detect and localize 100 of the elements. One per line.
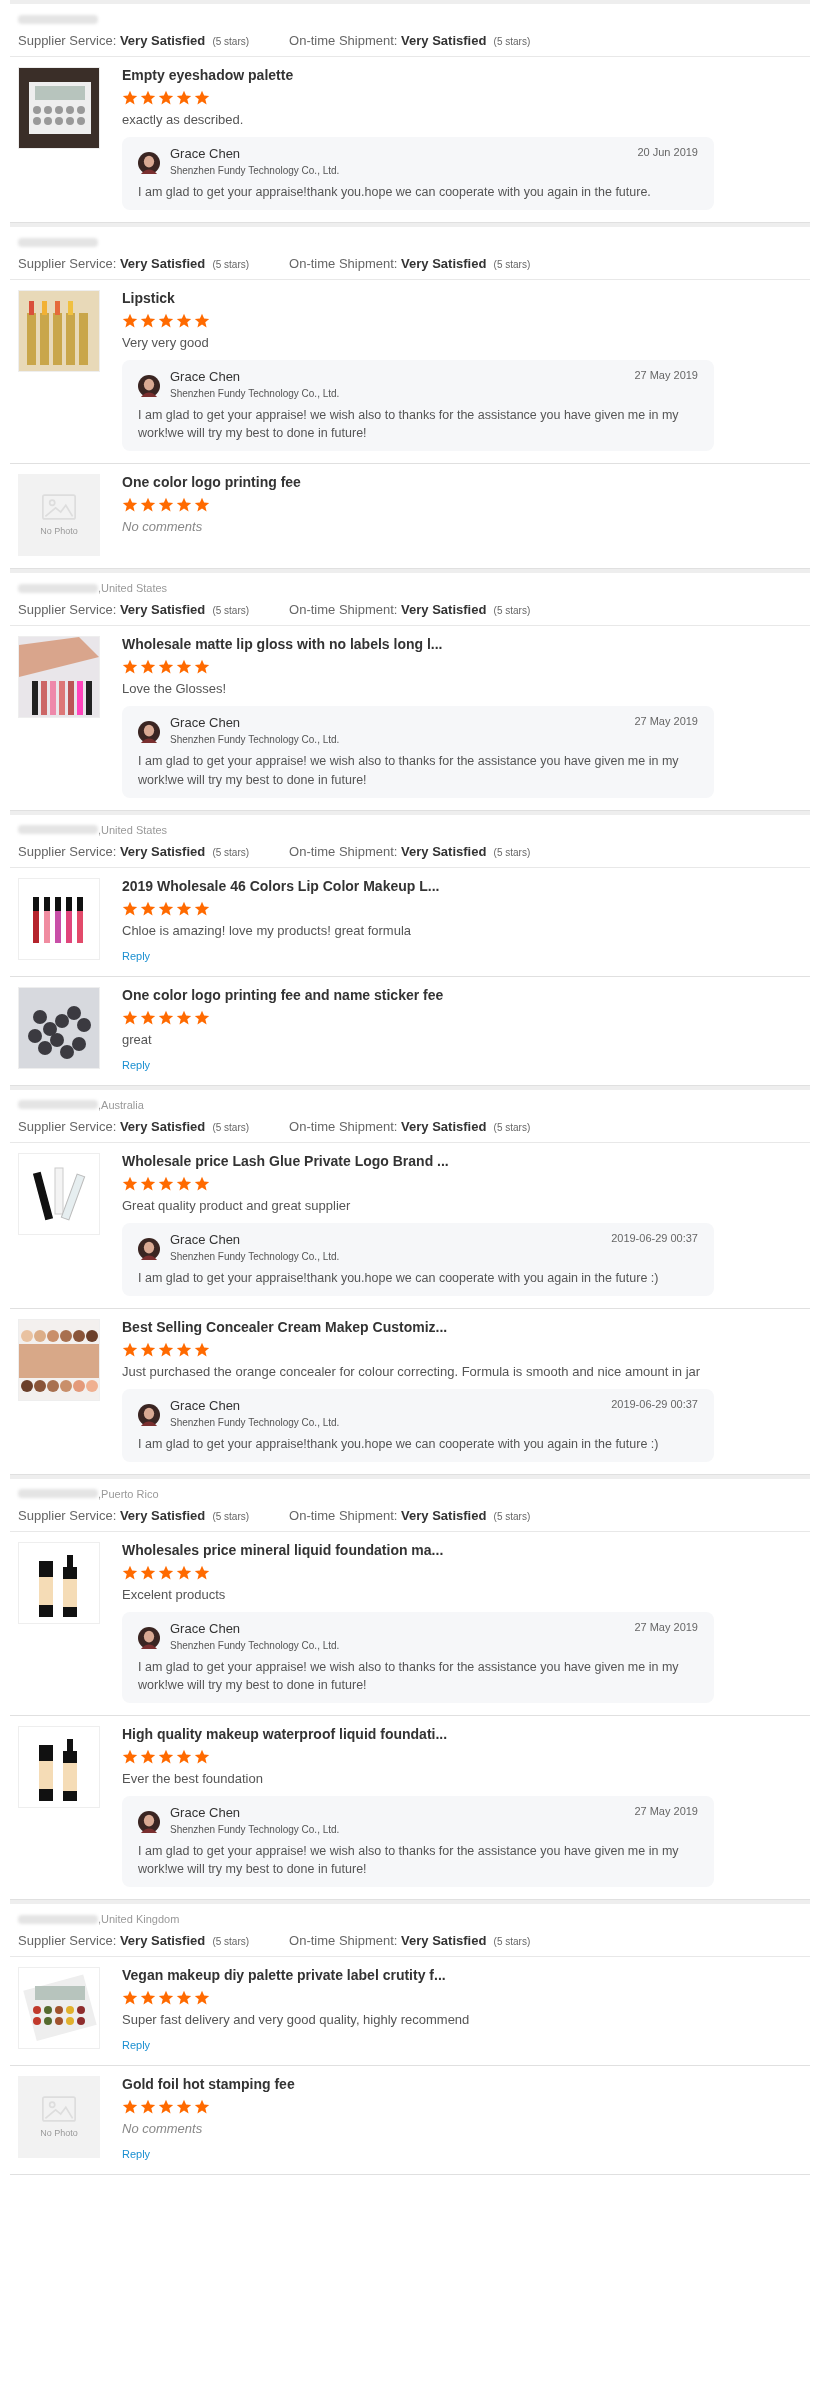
star-icon [158,900,174,917]
reply-link[interactable]: Reply [122,2039,151,2052]
star-icon [158,1564,174,1581]
star-icon [122,1564,138,1581]
product-title[interactable]: High quality makeup waterproof liquid foundati... [122,1726,802,1743]
star-icon [194,313,210,330]
product-title[interactable]: Vegan makeup diy palette private label crutity f... [122,1967,802,1984]
review-comment: Very very good [122,335,210,351]
avatar-icon [138,1811,160,1834]
star-icon [176,497,192,514]
star-icon [122,90,138,106]
star-icon [140,1341,156,1358]
reply-date: 2019-06-29 00:37 [611,1231,698,1244]
product-title[interactable]: 2019 Wholesale 46 Colors Lip Color Makeup L... [122,877,802,894]
star-icon [140,659,156,676]
star-icon [140,1009,156,1026]
rating-text: Supplier Service: Very Satisfied (5 stars) [18,33,250,48]
star-icon [158,659,174,676]
rating-text: On-time Shipment: Very Satisfied (5 stars) [289,33,531,48]
star-icon [194,1564,210,1581]
reply-date: 27 May 2019 [634,1620,698,1633]
avatar-icon [138,1626,160,1649]
star-icon [158,313,174,330]
product-title[interactable]: Wholesales price mineral liquid foundation ma... [122,1541,802,1558]
rating-text: Supplier Service: Very Satisfied (5 stars) [18,843,250,859]
product-title[interactable]: Wholesale matte lip gloss with no labels long l... [122,636,802,653]
buyer-location: ,Australia [98,1098,144,1111]
star-icon [194,1009,210,1026]
star-icon [194,1749,210,1766]
review-comment: great [122,1031,153,1047]
reply-text: I am glad to get your appraise!thank you.hope we can cooperate with you again in the future :) [138,1435,660,1453]
rating-text: Supplier Service: Very Satisfied (5 stars) [18,602,250,618]
star-icon [176,90,192,106]
rating-text: Supplier Service: Very Satisfied (5 stars) [18,1507,250,1523]
star-icon [158,1341,174,1358]
product-title[interactable]: One color logo printing fee [122,474,802,491]
seller-company: Shenzhen Fundy Technology Co., Ltd. [170,1824,341,1836]
avatar-icon [138,1403,160,1426]
reply-link[interactable]: Reply [122,2148,151,2161]
reply-text: I am glad to get your appraise! we wish also to thanks for the assistance you have given me in my work!we will try my best to done in future! [138,1658,680,1694]
review-comment: No comments [122,519,204,535]
star-icon [140,1990,156,2007]
seller-name: Grace Chen [170,1231,242,1247]
seller-company: Shenzhen Fundy Technology Co., Ltd. [170,734,341,746]
star-icon [176,1749,192,1766]
star-icon [122,1341,138,1358]
rating-text: Supplier Service: Very Satisfied (5 stars) [18,256,250,272]
reply-date: 27 May 2019 [634,369,698,382]
review-comment: exactly as described. [122,112,245,127]
star-icon [140,1564,156,1581]
star-icon [140,2099,156,2116]
star-icon [158,90,174,106]
reply-link[interactable]: Reply [122,949,151,962]
star-icon [158,2099,174,2116]
star-icon [176,2099,192,2116]
star-icon [140,1175,156,1192]
review-comment: Just purchased the orange concealer for colour correcting. Formula is smooth and nice amount in jar [122,1363,702,1379]
reply-date: 20 Jun 2019 [637,146,698,158]
buyer-location: ,United Kingdom [98,1913,180,1926]
reply-text: I am glad to get your appraise! we wish also to thanks for the assistance you have given me in my work!we will try my best to done in future! [138,1843,680,1879]
avatar-icon [138,1237,160,1260]
star-icon [194,497,210,514]
seller-company: Shenzhen Fundy Technology Co., Ltd. [170,1416,341,1428]
avatar-icon [138,152,160,174]
product-title[interactable]: Lipstick [122,290,802,307]
avatar-icon [138,721,160,744]
product-title[interactable]: Empty eyeshadow palette [122,67,802,83]
seller-name: Grace Chen [170,715,242,731]
no-photo-label: No Photo [40,2128,78,2139]
reply-link[interactable]: Reply [122,1058,151,1071]
rating-text: On-time Shipment: Very Satisfied (5 stars) [289,256,531,272]
star-icon [176,659,192,676]
product-title[interactable]: Best Selling Concealer Cream Makep Customiz... [122,1318,802,1335]
star-icon [194,1175,210,1192]
avatar-icon [138,375,160,398]
product-title[interactable]: Wholesale price Lash Glue Private Logo Brand ... [122,1152,802,1169]
star-icon [194,1341,210,1358]
star-icon [122,1175,138,1192]
buyer-location: ,United States [98,823,168,836]
rating-text: Supplier Service: Very Satisfied (5 stars) [18,1118,250,1134]
rating-text: On-time Shipment: Very Satisfied (5 stars) [289,1507,531,1523]
star-icon [194,90,210,106]
reply-date: 2019-06-29 00:37 [611,1397,698,1410]
star-icon [194,900,210,917]
star-icon [122,659,138,676]
product-title[interactable]: Gold foil hot stamping fee [122,2076,802,2093]
reply-date: 27 May 2019 [634,1805,698,1818]
no-photo-label: No Photo [40,526,78,537]
star-icon [158,1009,174,1026]
star-icon [122,497,138,514]
product-title[interactable]: One color logo printing fee and name sticker fee [122,986,802,1003]
reply-text: I am glad to get your appraise!thank you.hope we can cooperate with you again in the future :) [138,1269,660,1287]
star-icon [122,1749,138,1766]
star-icon [176,313,192,330]
review-comment: Excelent products [122,1586,227,1602]
star-icon [140,313,156,330]
seller-company: Shenzhen Fundy Technology Co., Ltd. [170,1639,341,1651]
star-icon [176,1341,192,1358]
star-icon [158,1749,174,1766]
rating-text: On-time Shipment: Very Satisfied (5 stars) [289,843,531,859]
